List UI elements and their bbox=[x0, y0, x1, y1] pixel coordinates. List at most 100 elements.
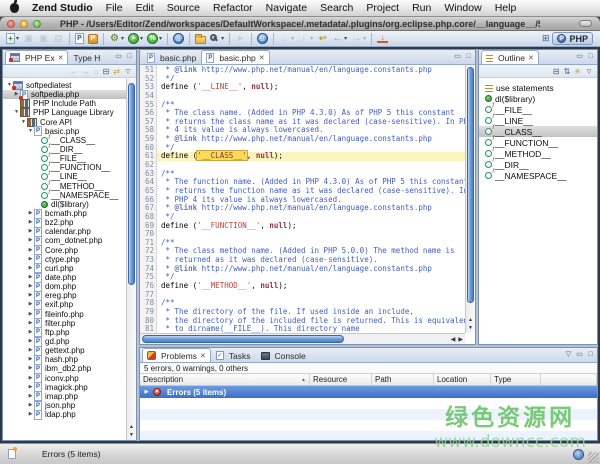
tree-item[interactable]: ▼basic.php bbox=[3, 127, 126, 136]
tree-item[interactable]: ▶imap.php bbox=[3, 392, 126, 401]
scrollbar-thumb[interactable] bbox=[142, 335, 344, 343]
dropdown-arrow-icon[interactable]: ▾ bbox=[310, 35, 313, 42]
maximize-view-button[interactable]: □ bbox=[125, 52, 134, 61]
scrollbar-arrows[interactable]: ▲▼ bbox=[127, 423, 136, 439]
tree-expand-arrow-icon[interactable]: ▶ bbox=[27, 209, 34, 218]
menu-run[interactable]: Run bbox=[412, 2, 431, 14]
collapse-all-icon[interactable]: ⊟ bbox=[553, 67, 560, 76]
dropdown-arrow-icon[interactable]: ▾ bbox=[140, 35, 143, 42]
tree-item[interactable]: __LINE__ bbox=[3, 172, 126, 181]
editor-vscrollbar[interactable]: ▲▼ bbox=[465, 65, 475, 333]
tree-expand-arrow-icon[interactable]: ▶ bbox=[27, 346, 34, 355]
tree-expand-arrow-icon[interactable]: ▶ bbox=[27, 264, 34, 273]
dropdown-arrow-icon[interactable]: ▾ bbox=[16, 35, 19, 42]
close-icon[interactable]: ✕ bbox=[528, 54, 534, 62]
close-icon[interactable]: ✕ bbox=[200, 352, 206, 360]
collapse-all-icon[interactable]: ⊟ bbox=[103, 67, 110, 76]
menu-app-name[interactable]: Zend Studio bbox=[32, 2, 93, 14]
close-icon[interactable]: ✕ bbox=[58, 54, 64, 62]
dropdown-arrow-icon[interactable]: ▾ bbox=[344, 35, 347, 42]
code-line[interactable] bbox=[157, 230, 465, 239]
tree-expand-arrow-icon[interactable]: ▶ bbox=[27, 236, 34, 245]
maximize-view-button[interactable]: □ bbox=[586, 350, 595, 359]
tab-outline[interactable]: Outline ✕ bbox=[481, 50, 539, 64]
code-line[interactable]: * @link http://www.php.net/manual/en/lan… bbox=[157, 135, 465, 144]
minimize-view-button[interactable]: ▭ bbox=[575, 52, 584, 61]
expand-arrow-icon[interactable]: ▶ bbox=[143, 389, 150, 395]
tree-expand-arrow-icon[interactable]: ▶ bbox=[27, 383, 34, 392]
tree-expand-arrow-icon[interactable]: ▶ bbox=[27, 273, 34, 282]
tree-item[interactable]: ▶Core.php bbox=[3, 246, 126, 255]
dropdown-arrow-icon[interactable]: ▾ bbox=[291, 35, 294, 42]
tree-collapse-arrow-icon[interactable]: ▼ bbox=[13, 108, 20, 117]
link-with-editor-icon[interactable]: ⇄ bbox=[113, 67, 120, 76]
code-area[interactable]: * @link http://www.php.net/manual/en/lan… bbox=[157, 65, 465, 333]
dropdown-arrow-icon[interactable]: ▾ bbox=[159, 35, 162, 42]
minimize-window-button[interactable] bbox=[20, 20, 28, 28]
tree-item[interactable]: ▶fileinfo.php bbox=[3, 310, 126, 319]
window-title-bar[interactable]: PHP - /Users/Editor/Zend/workspaces/Defa… bbox=[0, 17, 600, 31]
tree-item[interactable]: ▶bz2.php bbox=[3, 218, 126, 227]
import-button[interactable] bbox=[376, 32, 389, 46]
tree-collapse-arrow-icon[interactable]: ▼ bbox=[20, 118, 27, 127]
tree-item[interactable]: ▶imagick.php bbox=[3, 383, 126, 392]
tree-collapse-arrow-icon[interactable]: ▼ bbox=[27, 127, 34, 136]
tab-php-ex[interactable]: PHP Ex✕ bbox=[5, 50, 68, 64]
outline-item[interactable]: __FUNCTION__ bbox=[479, 137, 597, 148]
code-line[interactable]: * @link http://www.php.net/manual/en/lan… bbox=[157, 66, 465, 75]
filter-icon[interactable]: ✳ bbox=[574, 67, 581, 76]
menu-search[interactable]: Search bbox=[320, 2, 353, 14]
code-line[interactable] bbox=[157, 92, 465, 101]
maximize-view-button[interactable]: □ bbox=[586, 52, 595, 61]
new-php-project-button[interactable] bbox=[87, 32, 99, 46]
menu-source[interactable]: Source bbox=[167, 2, 200, 14]
php-perspective-button[interactable]: PHP bbox=[552, 32, 593, 45]
tree-expand-arrow-icon[interactable]: ▶ bbox=[27, 337, 34, 346]
outline-item[interactable]: __NAMESPACE__ bbox=[479, 170, 597, 181]
tree-item[interactable]: ▶hash.php bbox=[3, 355, 126, 364]
tree-item[interactable]: ▼PHP Language Library bbox=[3, 108, 126, 117]
tree-item[interactable]: ▶ldap.php bbox=[3, 410, 126, 419]
code-line[interactable]: define ('__LINE__', null); bbox=[157, 83, 465, 92]
code-line[interactable]: * to dirname(__FILE__). This directory n… bbox=[157, 325, 465, 333]
apple-logo-icon[interactable] bbox=[10, 3, 19, 13]
column-header-description[interactable]: Description▲ bbox=[140, 374, 310, 385]
tree-expand-arrow-icon[interactable]: ▶ bbox=[27, 291, 34, 300]
progress-icon[interactable] bbox=[573, 449, 584, 460]
outline-item[interactable]: __CLASS__ bbox=[479, 126, 597, 137]
editor-tab-basic-php[interactable]: basic.php✕ bbox=[201, 50, 269, 64]
tab-tasks[interactable]: Tasks bbox=[211, 348, 256, 362]
editor-hscrollbar[interactable]: ◀▶ bbox=[140, 333, 465, 344]
dropdown-arrow-icon[interactable]: ▾ bbox=[363, 35, 366, 42]
column-header-resource[interactable]: Resource bbox=[310, 374, 372, 385]
tree-item[interactable]: __METHOD__ bbox=[3, 182, 126, 191]
menu-file[interactable]: File bbox=[106, 2, 123, 14]
tree-item[interactable]: ▶ctype.php bbox=[3, 255, 126, 264]
tree-item[interactable]: ▶com_dotnet.php bbox=[3, 236, 126, 245]
current-code-line[interactable]: define ('__CLASS__', null); bbox=[157, 152, 465, 161]
menu-edit[interactable]: Edit bbox=[136, 2, 154, 14]
tree-item[interactable]: __FILE__ bbox=[3, 154, 126, 163]
scrollbar-arrows[interactable]: ◀▶ bbox=[451, 334, 463, 344]
tree-item[interactable]: ▶filter.php bbox=[3, 319, 126, 328]
tree-expand-arrow-icon[interactable]: ▶ bbox=[27, 218, 34, 227]
editor-tab-basic-php[interactable]: basic.php bbox=[142, 50, 201, 64]
code-line[interactable]: * @link http://www.php.net/manual/en/lan… bbox=[157, 204, 465, 213]
zoom-window-button[interactable] bbox=[33, 20, 41, 28]
tree-item[interactable]: ▶gd.php bbox=[3, 337, 126, 346]
forward-history-icon[interactable]: → bbox=[82, 67, 90, 76]
menu-refactor[interactable]: Refactor bbox=[213, 2, 253, 14]
tree-item[interactable]: ▶gettext.php bbox=[3, 346, 126, 355]
menu-help[interactable]: Help bbox=[495, 2, 517, 14]
maximize-editor-button[interactable]: □ bbox=[464, 52, 473, 61]
tree-item[interactable]: ▼Core API bbox=[3, 118, 126, 127]
tree-item[interactable]: PHP Include Path bbox=[3, 99, 126, 108]
sort-icon[interactable]: ⇅ bbox=[564, 67, 571, 76]
column-header-type[interactable]: Type bbox=[491, 374, 541, 385]
code-line[interactable] bbox=[157, 291, 465, 300]
tree-expand-arrow-icon[interactable]: ▶ bbox=[27, 310, 34, 319]
close-window-button[interactable] bbox=[7, 20, 15, 28]
outline-item[interactable]: __LINE__ bbox=[479, 115, 597, 126]
menu-navigate[interactable]: Navigate bbox=[266, 2, 307, 14]
tree-item[interactable]: ▶bcmath.php bbox=[3, 209, 126, 218]
